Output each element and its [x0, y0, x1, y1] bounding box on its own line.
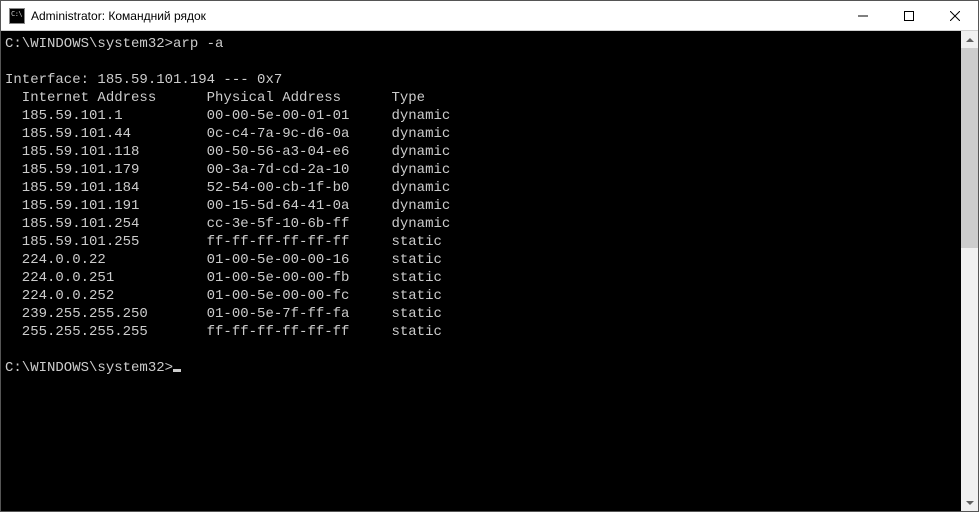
- terminal[interactable]: C:\WINDOWS\system32>arp -a Interface: 18…: [1, 31, 961, 511]
- scroll-up-button[interactable]: [961, 31, 978, 48]
- cmd-icon: [9, 8, 25, 24]
- terminal-area: C:\WINDOWS\system32>arp -a Interface: 18…: [1, 31, 978, 511]
- close-button[interactable]: [932, 1, 978, 30]
- window-controls: [840, 1, 978, 30]
- scrollbar[interactable]: [961, 31, 978, 511]
- terminal-output: C:\WINDOWS\system32>arp -a Interface: 18…: [5, 36, 450, 340]
- scroll-thumb[interactable]: [961, 48, 978, 248]
- titlebar[interactable]: Administrator: Командний рядок: [1, 1, 978, 31]
- cursor: [173, 369, 181, 372]
- minimize-button[interactable]: [840, 1, 886, 30]
- scroll-down-button[interactable]: [961, 494, 978, 511]
- maximize-button[interactable]: [886, 1, 932, 30]
- window-title: Administrator: Командний рядок: [31, 9, 840, 23]
- prompt-line[interactable]: C:\WINDOWS\system32>: [5, 359, 961, 377]
- prompt: C:\WINDOWS\system32>: [5, 360, 173, 376]
